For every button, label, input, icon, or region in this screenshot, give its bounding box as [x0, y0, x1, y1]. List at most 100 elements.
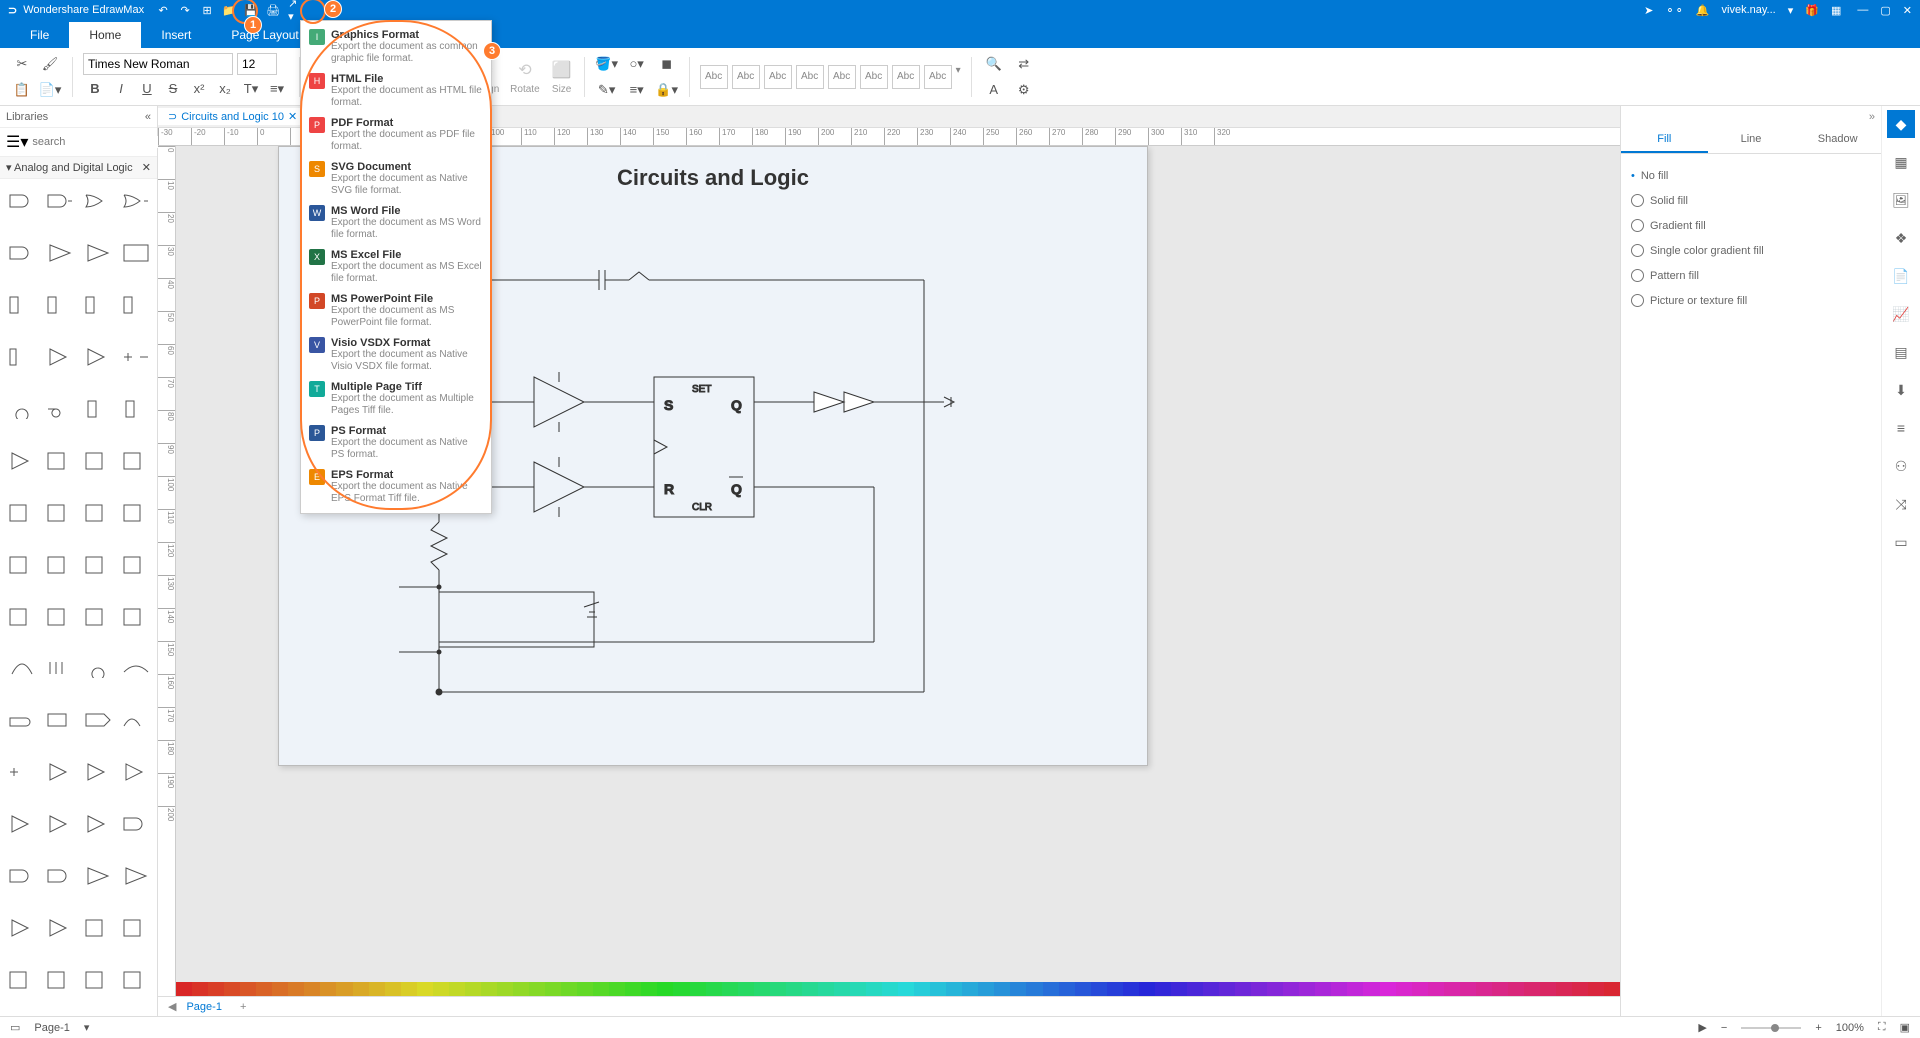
shape-thumbnail[interactable] [82, 393, 114, 425]
shape-thumbnail[interactable] [6, 497, 38, 529]
shape-thumbnail[interactable] [44, 445, 76, 477]
rotate-tool-icon[interactable]: ⟲ [513, 58, 537, 82]
line-style-icon[interactable]: ≡▾ [625, 78, 649, 102]
color-swatch[interactable] [994, 982, 1010, 996]
color-swatch[interactable] [722, 982, 738, 996]
export-menu-item[interactable]: P PDF FormatExport the document as PDF f… [301, 113, 491, 157]
shape-thumbnail[interactable] [120, 237, 152, 269]
color-swatch[interactable] [1347, 982, 1363, 996]
format-painter-icon[interactable]: 🖌 [38, 52, 62, 76]
color-swatch[interactable] [224, 982, 240, 996]
share-icon[interactable]: ⚬⚬ [1665, 4, 1683, 17]
color-swatch[interactable] [1380, 982, 1396, 996]
color-swatch[interactable] [1235, 982, 1251, 996]
fullscreen-icon[interactable]: ▣ [1900, 1021, 1910, 1034]
color-swatch[interactable] [641, 982, 657, 996]
shape-thumbnail[interactable] [82, 756, 114, 788]
shape-thumbnail[interactable] [44, 652, 76, 684]
zoom-level[interactable]: 100% [1836, 1022, 1864, 1034]
color-swatch[interactable] [1444, 982, 1460, 996]
color-swatch[interactable] [1556, 982, 1572, 996]
shape-thumbnail[interactable] [44, 289, 76, 321]
shape-thumbnail[interactable] [82, 289, 114, 321]
color-swatch[interactable] [706, 982, 722, 996]
shape-thumbnail[interactable] [82, 549, 114, 581]
shape-thumbnail[interactable] [120, 704, 152, 736]
font-family-select[interactable] [83, 53, 233, 75]
dropdown-icon[interactable]: ▾ [1788, 4, 1794, 17]
chart-panel-icon[interactable]: 📈 [1887, 300, 1915, 328]
align-panel-icon[interactable]: ≡ [1887, 414, 1915, 442]
shape-thumbnail[interactable] [6, 601, 38, 633]
color-swatch[interactable] [1331, 982, 1347, 996]
color-swatch[interactable] [417, 982, 433, 996]
lock-icon[interactable]: 🔒▾ [655, 78, 679, 102]
solid-fill-radio[interactable] [1631, 194, 1644, 207]
find-icon[interactable]: 🔍 [982, 52, 1006, 76]
shape-thumbnail[interactable] [120, 652, 152, 684]
style-gallery[interactable]: Abc Abc Abc Abc Abc Abc Abc Abc ▾ [700, 65, 961, 89]
page-indicator-icon[interactable]: ▭ [10, 1021, 20, 1034]
color-swatch[interactable] [1476, 982, 1492, 996]
single-gradient-radio[interactable] [1631, 244, 1644, 257]
color-swatch[interactable] [625, 982, 641, 996]
strikethrough-icon[interactable]: S [161, 77, 185, 101]
org-panel-icon[interactable]: ⚇ [1887, 452, 1915, 480]
page-panel-icon[interactable]: 📄 [1887, 262, 1915, 290]
cut-icon[interactable]: ✂ [10, 52, 34, 76]
shape-thumbnail[interactable] [82, 808, 114, 840]
settings-icon[interactable]: ⚙ [1012, 78, 1036, 102]
color-swatch[interactable] [497, 982, 513, 996]
comment-panel-icon[interactable]: ▭ [1887, 528, 1915, 556]
color-swatch[interactable] [673, 982, 689, 996]
minimize-icon[interactable]: — [1857, 4, 1868, 17]
shape-thumbnail[interactable] [120, 964, 152, 996]
color-palette-bar[interactable] [176, 982, 1620, 996]
export-panel-icon[interactable]: ⬇ [1887, 376, 1915, 404]
bell-icon[interactable]: 🔔 [1696, 4, 1710, 17]
export-menu-item[interactable]: E EPS FormatExport the document as Nativ… [301, 465, 491, 509]
pen-icon[interactable]: ✎▾ [595, 78, 619, 102]
gift-icon[interactable]: 🎁 [1805, 4, 1819, 17]
shape-thumbnail[interactable] [6, 289, 38, 321]
color-swatch[interactable] [657, 982, 673, 996]
style-more-icon[interactable]: ▾ [956, 65, 961, 89]
category-close-icon[interactable]: ✕ [142, 161, 151, 174]
play-icon[interactable]: ▶ [1698, 1021, 1706, 1034]
color-swatch[interactable] [577, 982, 593, 996]
color-swatch[interactable] [513, 982, 529, 996]
zoom-slider[interactable] [1741, 1027, 1801, 1029]
size-tool-icon[interactable]: ⬜ [550, 58, 574, 82]
color-swatch[interactable] [240, 982, 256, 996]
color-swatch[interactable] [962, 982, 978, 996]
export-menu-item[interactable]: H HTML FileExport the document as HTML f… [301, 69, 491, 113]
shadow-icon[interactable]: ◼ [655, 52, 679, 76]
shape-thumbnail[interactable] [82, 237, 114, 269]
shape-thumbnail[interactable] [82, 185, 114, 217]
shape-thumbnail[interactable] [6, 652, 38, 684]
page-tab[interactable]: Page-1 [176, 999, 231, 1015]
color-swatch[interactable] [850, 982, 866, 996]
color-swatch[interactable] [336, 982, 352, 996]
redo-icon[interactable]: ↷ [178, 3, 192, 17]
shape-thumbnail[interactable] [6, 393, 38, 425]
color-swatch[interactable] [465, 982, 481, 996]
underline-icon[interactable]: U [135, 77, 159, 101]
color-swatch[interactable] [609, 982, 625, 996]
theme-panel-icon[interactable]: ▦ [1887, 148, 1915, 176]
color-swatch[interactable] [1396, 982, 1412, 996]
shape-thumbnail[interactable] [82, 341, 114, 373]
bullets-icon[interactable]: ≡▾ [265, 77, 289, 101]
tab-shadow[interactable]: Shadow [1794, 128, 1881, 153]
export-menu-item[interactable]: S SVG DocumentExport the document as Nat… [301, 157, 491, 201]
color-swatch[interactable] [561, 982, 577, 996]
shape-thumbnail[interactable] [120, 601, 152, 633]
color-swatch[interactable] [1492, 982, 1508, 996]
color-swatch[interactable] [1107, 982, 1123, 996]
image-panel-icon[interactable]: 🖼 [1887, 186, 1915, 214]
shape-thumbnail[interactable] [6, 704, 38, 736]
color-swatch[interactable] [1139, 982, 1155, 996]
color-swatch[interactable] [192, 982, 208, 996]
shape-thumbnail[interactable] [6, 549, 38, 581]
color-swatch[interactable] [1091, 982, 1107, 996]
